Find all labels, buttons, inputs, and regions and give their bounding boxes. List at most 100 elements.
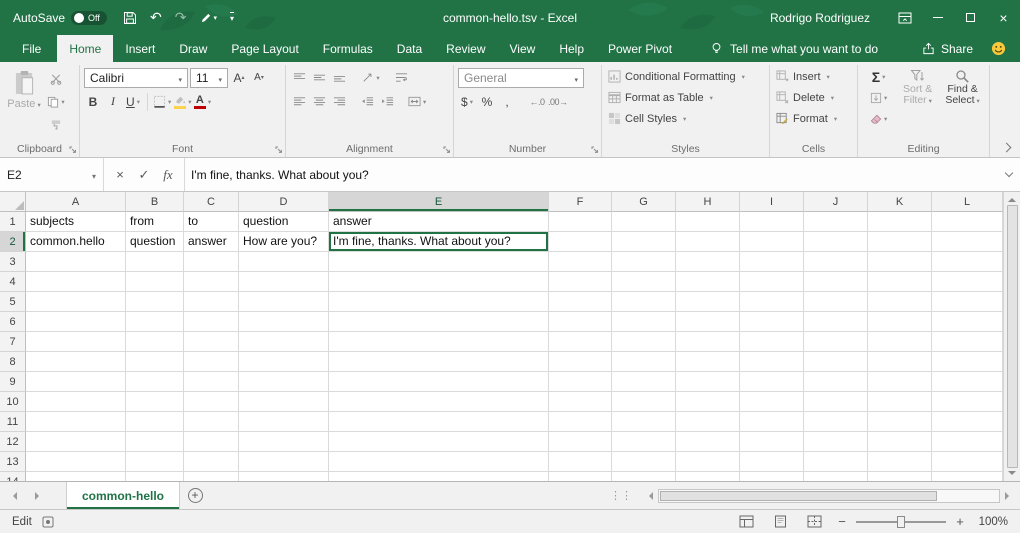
increase-indent-icon[interactable]: [378, 92, 396, 112]
cell-H7[interactable]: [676, 332, 740, 352]
feedback-smiley-icon[interactable]: [991, 35, 1006, 62]
tab-power-pivot[interactable]: Power Pivot: [596, 35, 684, 62]
scroll-right-icon[interactable]: [1002, 492, 1016, 500]
page-layout-view-icon[interactable]: [768, 512, 792, 532]
cell-L9[interactable]: [932, 372, 1003, 392]
cell-B14[interactable]: [126, 472, 184, 481]
underline-button[interactable]: U: [124, 92, 142, 112]
cell-G7[interactable]: [612, 332, 676, 352]
cell-A14[interactable]: [26, 472, 126, 481]
conditional-formatting-button[interactable]: Conditional Formatting: [606, 66, 765, 87]
cell-E5[interactable]: [329, 292, 549, 312]
cell-K13[interactable]: [868, 452, 932, 472]
horizontal-scrollbar[interactable]: [638, 482, 1020, 509]
sheet-nav-left-icon[interactable]: [0, 482, 26, 509]
cell-E9[interactable]: [329, 372, 549, 392]
cell-E11[interactable]: [329, 412, 549, 432]
decrease-indent-icon[interactable]: [358, 92, 376, 112]
cell-B7[interactable]: [126, 332, 184, 352]
percent-format-icon[interactable]: %: [478, 92, 496, 112]
cell-A11[interactable]: [26, 412, 126, 432]
cell-H1[interactable]: [676, 212, 740, 232]
align-center-icon[interactable]: [310, 92, 328, 112]
tab-page-layout[interactable]: Page Layout: [219, 35, 310, 62]
cell-K10[interactable]: [868, 392, 932, 412]
cell-J12[interactable]: [804, 432, 868, 452]
format-painter-icon[interactable]: [47, 115, 65, 135]
cell-E2[interactable]: I'm fine, thanks. What about you?: [329, 232, 549, 252]
column-header-G[interactable]: G: [612, 192, 676, 212]
formula-bar-expand-icon[interactable]: [998, 158, 1020, 191]
cell-K11[interactable]: [868, 412, 932, 432]
cell-K8[interactable]: [868, 352, 932, 372]
cell-I6[interactable]: [740, 312, 804, 332]
cell-F14[interactable]: [549, 472, 612, 481]
font-size-combo[interactable]: 11: [190, 68, 228, 88]
cell-D13[interactable]: [239, 452, 329, 472]
cell-F1[interactable]: [549, 212, 612, 232]
cell-K5[interactable]: [868, 292, 932, 312]
cell-F3[interactable]: [549, 252, 612, 272]
cell-L2[interactable]: [932, 232, 1003, 252]
cell-G13[interactable]: [612, 452, 676, 472]
cell-D8[interactable]: [239, 352, 329, 372]
copy-icon[interactable]: [47, 92, 65, 112]
cell-A6[interactable]: [26, 312, 126, 332]
zoom-slider[interactable]: [856, 521, 946, 523]
cell-F9[interactable]: [549, 372, 612, 392]
scroll-up-icon[interactable]: [1008, 194, 1016, 202]
cell-D7[interactable]: [239, 332, 329, 352]
maximize-button[interactable]: [954, 0, 987, 35]
cell-D9[interactable]: [239, 372, 329, 392]
cell-B12[interactable]: [126, 432, 184, 452]
cell-K4[interactable]: [868, 272, 932, 292]
tab-review[interactable]: Review: [434, 35, 497, 62]
font-dialog-launcher-icon[interactable]: [275, 146, 283, 154]
cell-C3[interactable]: [184, 252, 239, 272]
column-header-C[interactable]: C: [184, 192, 239, 212]
cell-G11[interactable]: [612, 412, 676, 432]
cell-L5[interactable]: [932, 292, 1003, 312]
column-header-A[interactable]: A: [26, 192, 126, 212]
column-header-J[interactable]: J: [804, 192, 868, 212]
column-header-H[interactable]: H: [676, 192, 740, 212]
cell-C8[interactable]: [184, 352, 239, 372]
decrease-decimal-icon[interactable]: .00→: [548, 92, 568, 112]
vertical-scrollbar[interactable]: [1003, 192, 1020, 481]
cell-F11[interactable]: [549, 412, 612, 432]
cell-B9[interactable]: [126, 372, 184, 392]
cell-K6[interactable]: [868, 312, 932, 332]
cell-I12[interactable]: [740, 432, 804, 452]
cell-E13[interactable]: [329, 452, 549, 472]
cell-C5[interactable]: [184, 292, 239, 312]
cell-A4[interactable]: [26, 272, 126, 292]
cell-J5[interactable]: [804, 292, 868, 312]
cell-C9[interactable]: [184, 372, 239, 392]
wrap-text-icon[interactable]: [392, 68, 410, 88]
cell-G1[interactable]: [612, 212, 676, 232]
cell-C2[interactable]: answer: [184, 232, 239, 252]
cell-B6[interactable]: [126, 312, 184, 332]
cell-A8[interactable]: [26, 352, 126, 372]
cell-E10[interactable]: [329, 392, 549, 412]
format-as-table-button[interactable]: Format as Table: [606, 87, 765, 108]
cell-F2[interactable]: [549, 232, 612, 252]
cell-I7[interactable]: [740, 332, 804, 352]
cell-B3[interactable]: [126, 252, 184, 272]
new-sheet-button[interactable]: +: [180, 482, 210, 509]
row-header-14[interactable]: 14: [0, 472, 26, 481]
formula-input[interactable]: I'm fine, thanks. What about you?: [185, 158, 998, 191]
row-header-5[interactable]: 5: [0, 292, 26, 312]
sheet-tab-common-hello[interactable]: common-hello: [66, 482, 180, 509]
cell-I13[interactable]: [740, 452, 804, 472]
cell-B8[interactable]: [126, 352, 184, 372]
cell-B2[interactable]: question: [126, 232, 184, 252]
autosave-toggle[interactable]: AutoSave Off: [13, 11, 107, 25]
clear-icon[interactable]: [862, 109, 895, 129]
tab-data[interactable]: Data: [385, 35, 434, 62]
cell-A3[interactable]: [26, 252, 126, 272]
autosum-button[interactable]: Σ: [862, 67, 895, 87]
number-format-combo[interactable]: General: [458, 68, 584, 88]
cell-K14[interactable]: [868, 472, 932, 481]
cell-J8[interactable]: [804, 352, 868, 372]
